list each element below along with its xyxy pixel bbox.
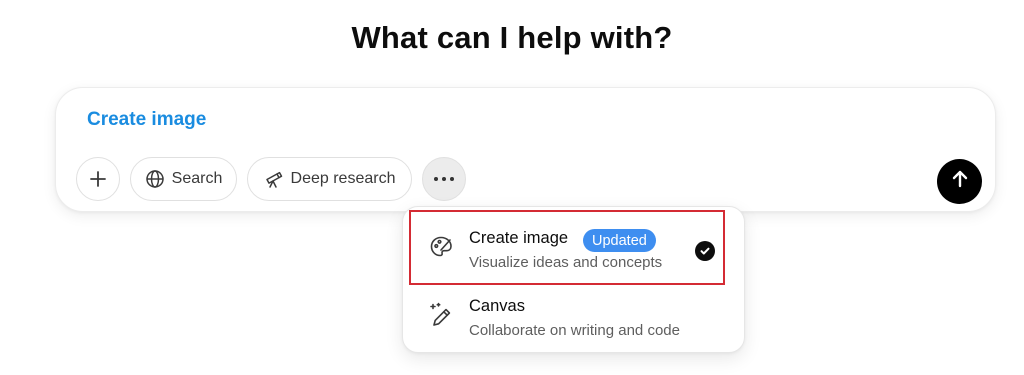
menu-item-subtitle: Collaborate on writing and code xyxy=(469,322,680,339)
search-button-label: Search xyxy=(171,170,223,187)
globe-icon xyxy=(145,169,165,189)
menu-item-create-image[interactable]: Create image Updated Visualize ideas and… xyxy=(403,213,744,283)
telescope-icon xyxy=(264,169,284,189)
menu-item-title: Create image xyxy=(469,229,569,247)
menu-item-title: Canvas xyxy=(469,297,525,315)
ellipsis-icon xyxy=(433,176,455,182)
plus-icon xyxy=(88,169,108,189)
active-tool-label[interactable]: Create image xyxy=(87,109,206,131)
add-attachment-button[interactable] xyxy=(76,157,120,201)
menu-item-canvas[interactable]: Canvas Collaborate on writing and code xyxy=(403,281,744,351)
composer[interactable]: Create image Search Deep research xyxy=(55,87,996,212)
tools-dropdown-menu: Create image Updated Visualize ideas and… xyxy=(402,206,745,353)
page-title: What can I help with? xyxy=(351,20,673,55)
arrow-up-icon xyxy=(950,169,970,194)
deep-research-button[interactable]: Deep research xyxy=(247,157,412,201)
search-button[interactable]: Search xyxy=(130,157,237,201)
deep-research-label: Deep research xyxy=(290,170,396,187)
menu-item-subtitle: Visualize ideas and concepts xyxy=(469,254,663,271)
checkmark-icon xyxy=(695,241,715,261)
send-button[interactable] xyxy=(937,159,982,204)
pen-sparkle-icon xyxy=(427,301,455,329)
more-tools-button[interactable] xyxy=(422,157,466,201)
palette-icon xyxy=(427,233,455,261)
updated-badge: Updated xyxy=(583,229,656,252)
